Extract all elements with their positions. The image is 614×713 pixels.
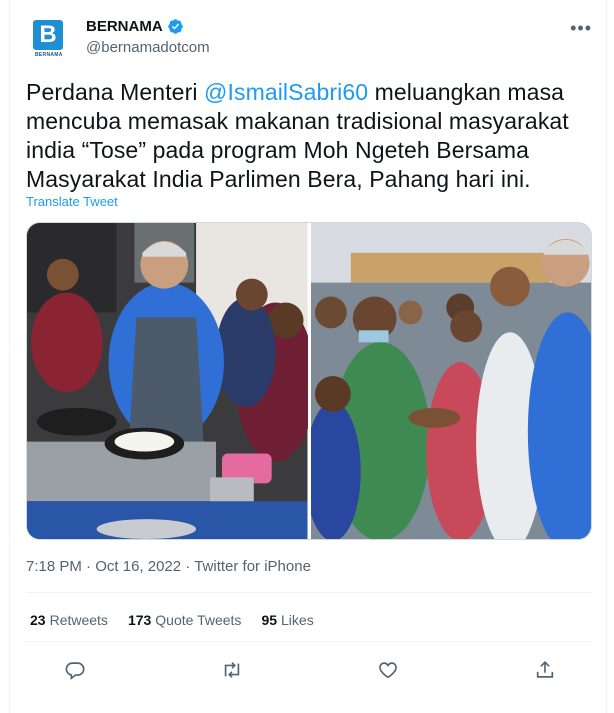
photo-cooking-image: [27, 223, 308, 539]
translate-tweet-link[interactable]: Translate Tweet: [26, 194, 118, 209]
quote-tweets-count: 173: [127, 612, 152, 628]
divider: [26, 641, 592, 642]
logo-caption: BERNAMA: [35, 52, 63, 58]
quote-tweets-stat[interactable]: 173 Quote Tweets: [128, 612, 242, 628]
likes-count: 95: [261, 612, 278, 628]
media-grid: [26, 222, 592, 540]
reply-icon: [65, 662, 85, 680]
tweet-line-4: Masyarakat India Parlimen Bera, Pahang h…: [26, 166, 531, 192]
verified-badge-icon: [167, 19, 183, 34]
tweet-meta: 7:18 PM · Oct 16, 2022 · Twitter for iPh…: [26, 558, 311, 575]
display-name[interactable]: BERNAMA: [86, 18, 163, 35]
retweets-stat[interactable]: 23 Retweets: [30, 612, 108, 628]
photo-cooking[interactable]: [27, 223, 308, 539]
bernama-logo: B: [33, 20, 63, 50]
tweet-text-part: meluangkan masa: [368, 79, 565, 105]
photo-handshake[interactable]: [310, 223, 591, 539]
tweet-actions: [60, 655, 560, 685]
user-handle[interactable]: @bernamadotcom: [86, 39, 210, 56]
tweet-line-3: india “Tose” pada program Moh Ngeteh Ber…: [26, 137, 529, 163]
photo-handshake-image: [310, 223, 591, 539]
retweets-count: 23: [30, 612, 46, 628]
like-icon: [379, 662, 398, 679]
retweet-button[interactable]: [217, 655, 247, 685]
share-button[interactable]: [530, 655, 560, 685]
logo-letter: B: [39, 21, 57, 48]
more-options-button[interactable]: •••: [570, 18, 592, 39]
share-icon: [536, 661, 554, 678]
meta-separator: ·: [181, 558, 195, 575]
reply-button[interactable]: [60, 655, 90, 685]
tweet-date[interactable]: Oct 16, 2022: [95, 558, 181, 575]
avatar[interactable]: B BERNAMA: [26, 16, 70, 60]
tweet-line-1: Perdana Menteri @IsmailSabri60 meluangka…: [26, 78, 586, 107]
retweets-label: Retweets: [49, 612, 108, 628]
tweet-stats: 23 Retweets 173 Quote Tweets 95 Likes: [30, 612, 314, 628]
like-button[interactable]: [373, 655, 403, 685]
meta-separator: ·: [81, 558, 96, 575]
tweet-header: B BERNAMA BERNAMA @bernamadotcom •••: [26, 16, 596, 60]
name-row: BERNAMA: [86, 18, 184, 35]
mention-link[interactable]: @IsmailSabri60: [204, 79, 368, 105]
tweet-line-2: mencuba memasak makanan tradisional masy…: [26, 108, 569, 134]
retweet-icon: [224, 662, 239, 678]
likes-stat[interactable]: 95 Likes: [261, 612, 313, 628]
quote-tweets-label: Quote Tweets: [155, 612, 242, 628]
tweet-text-part: Perdana Menteri: [26, 79, 205, 105]
tweet-time[interactable]: 7:18 PM: [26, 558, 82, 575]
tweet-text: Perdana Menteri @IsmailSabri60 meluangka…: [26, 78, 586, 194]
divider: [26, 592, 592, 593]
likes-label: Likes: [281, 612, 314, 628]
tweet-source[interactable]: Twitter for iPhone: [194, 558, 311, 575]
